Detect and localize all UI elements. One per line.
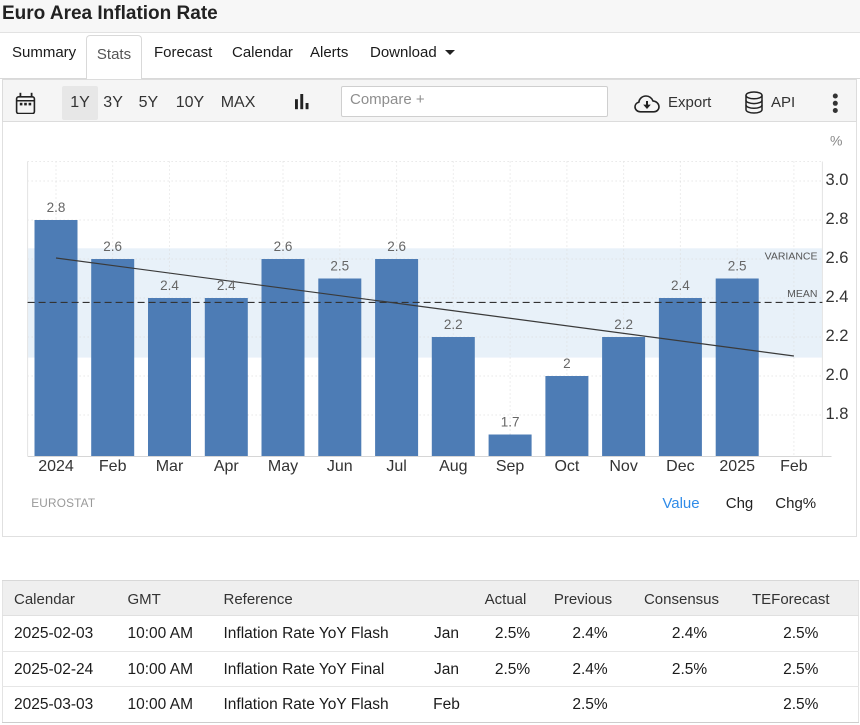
svg-text:Sep: Sep	[496, 458, 525, 475]
svg-text:2.8: 2.8	[826, 210, 849, 228]
svg-text:2.6: 2.6	[274, 239, 293, 254]
svg-text:%: %	[830, 133, 842, 149]
svg-text:EUROSTAT: EUROSTAT	[31, 496, 95, 510]
svg-text:Jun: Jun	[327, 458, 353, 475]
svg-text:Value: Value	[662, 495, 699, 512]
svg-text:Oct: Oct	[554, 458, 579, 475]
svg-text:2.5: 2.5	[330, 259, 349, 274]
svg-text:Jul: Jul	[386, 458, 406, 475]
svg-text:2.0: 2.0	[826, 366, 849, 384]
svg-text:2.4: 2.4	[160, 278, 179, 293]
svg-text:2.8: 2.8	[47, 200, 66, 215]
svg-text:Apr: Apr	[214, 458, 240, 475]
svg-text:2: 2	[563, 356, 571, 371]
svg-text:MEAN: MEAN	[787, 288, 817, 300]
svg-text:2025: 2025	[719, 458, 755, 475]
svg-text:2.5: 2.5	[728, 259, 747, 274]
svg-text:Dec: Dec	[666, 458, 694, 475]
svg-text:2.2: 2.2	[826, 327, 849, 345]
svg-text:May: May	[268, 458, 298, 475]
svg-text:1.8: 1.8	[826, 405, 849, 423]
svg-text:Chg: Chg	[726, 495, 754, 512]
svg-text:Aug: Aug	[439, 458, 467, 475]
svg-text:1.7: 1.7	[501, 415, 520, 430]
svg-text:Feb: Feb	[780, 458, 808, 475]
svg-text:2.2: 2.2	[444, 317, 463, 332]
svg-text:2.4: 2.4	[671, 278, 690, 293]
svg-text:2.4: 2.4	[217, 278, 236, 293]
svg-text:Mar: Mar	[156, 458, 184, 475]
svg-text:2.4: 2.4	[826, 288, 849, 306]
svg-text:2.6: 2.6	[103, 239, 122, 254]
svg-text:Feb: Feb	[99, 458, 127, 475]
svg-text:2.2: 2.2	[614, 317, 633, 332]
svg-text:3.0: 3.0	[826, 171, 849, 189]
svg-text:VARIANCE: VARIANCE	[765, 251, 818, 263]
svg-text:Nov: Nov	[609, 458, 637, 475]
svg-text:Chg%: Chg%	[775, 495, 816, 512]
svg-text:2.6: 2.6	[826, 249, 849, 267]
svg-text:2.6: 2.6	[387, 239, 406, 254]
svg-text:2024: 2024	[38, 458, 74, 475]
